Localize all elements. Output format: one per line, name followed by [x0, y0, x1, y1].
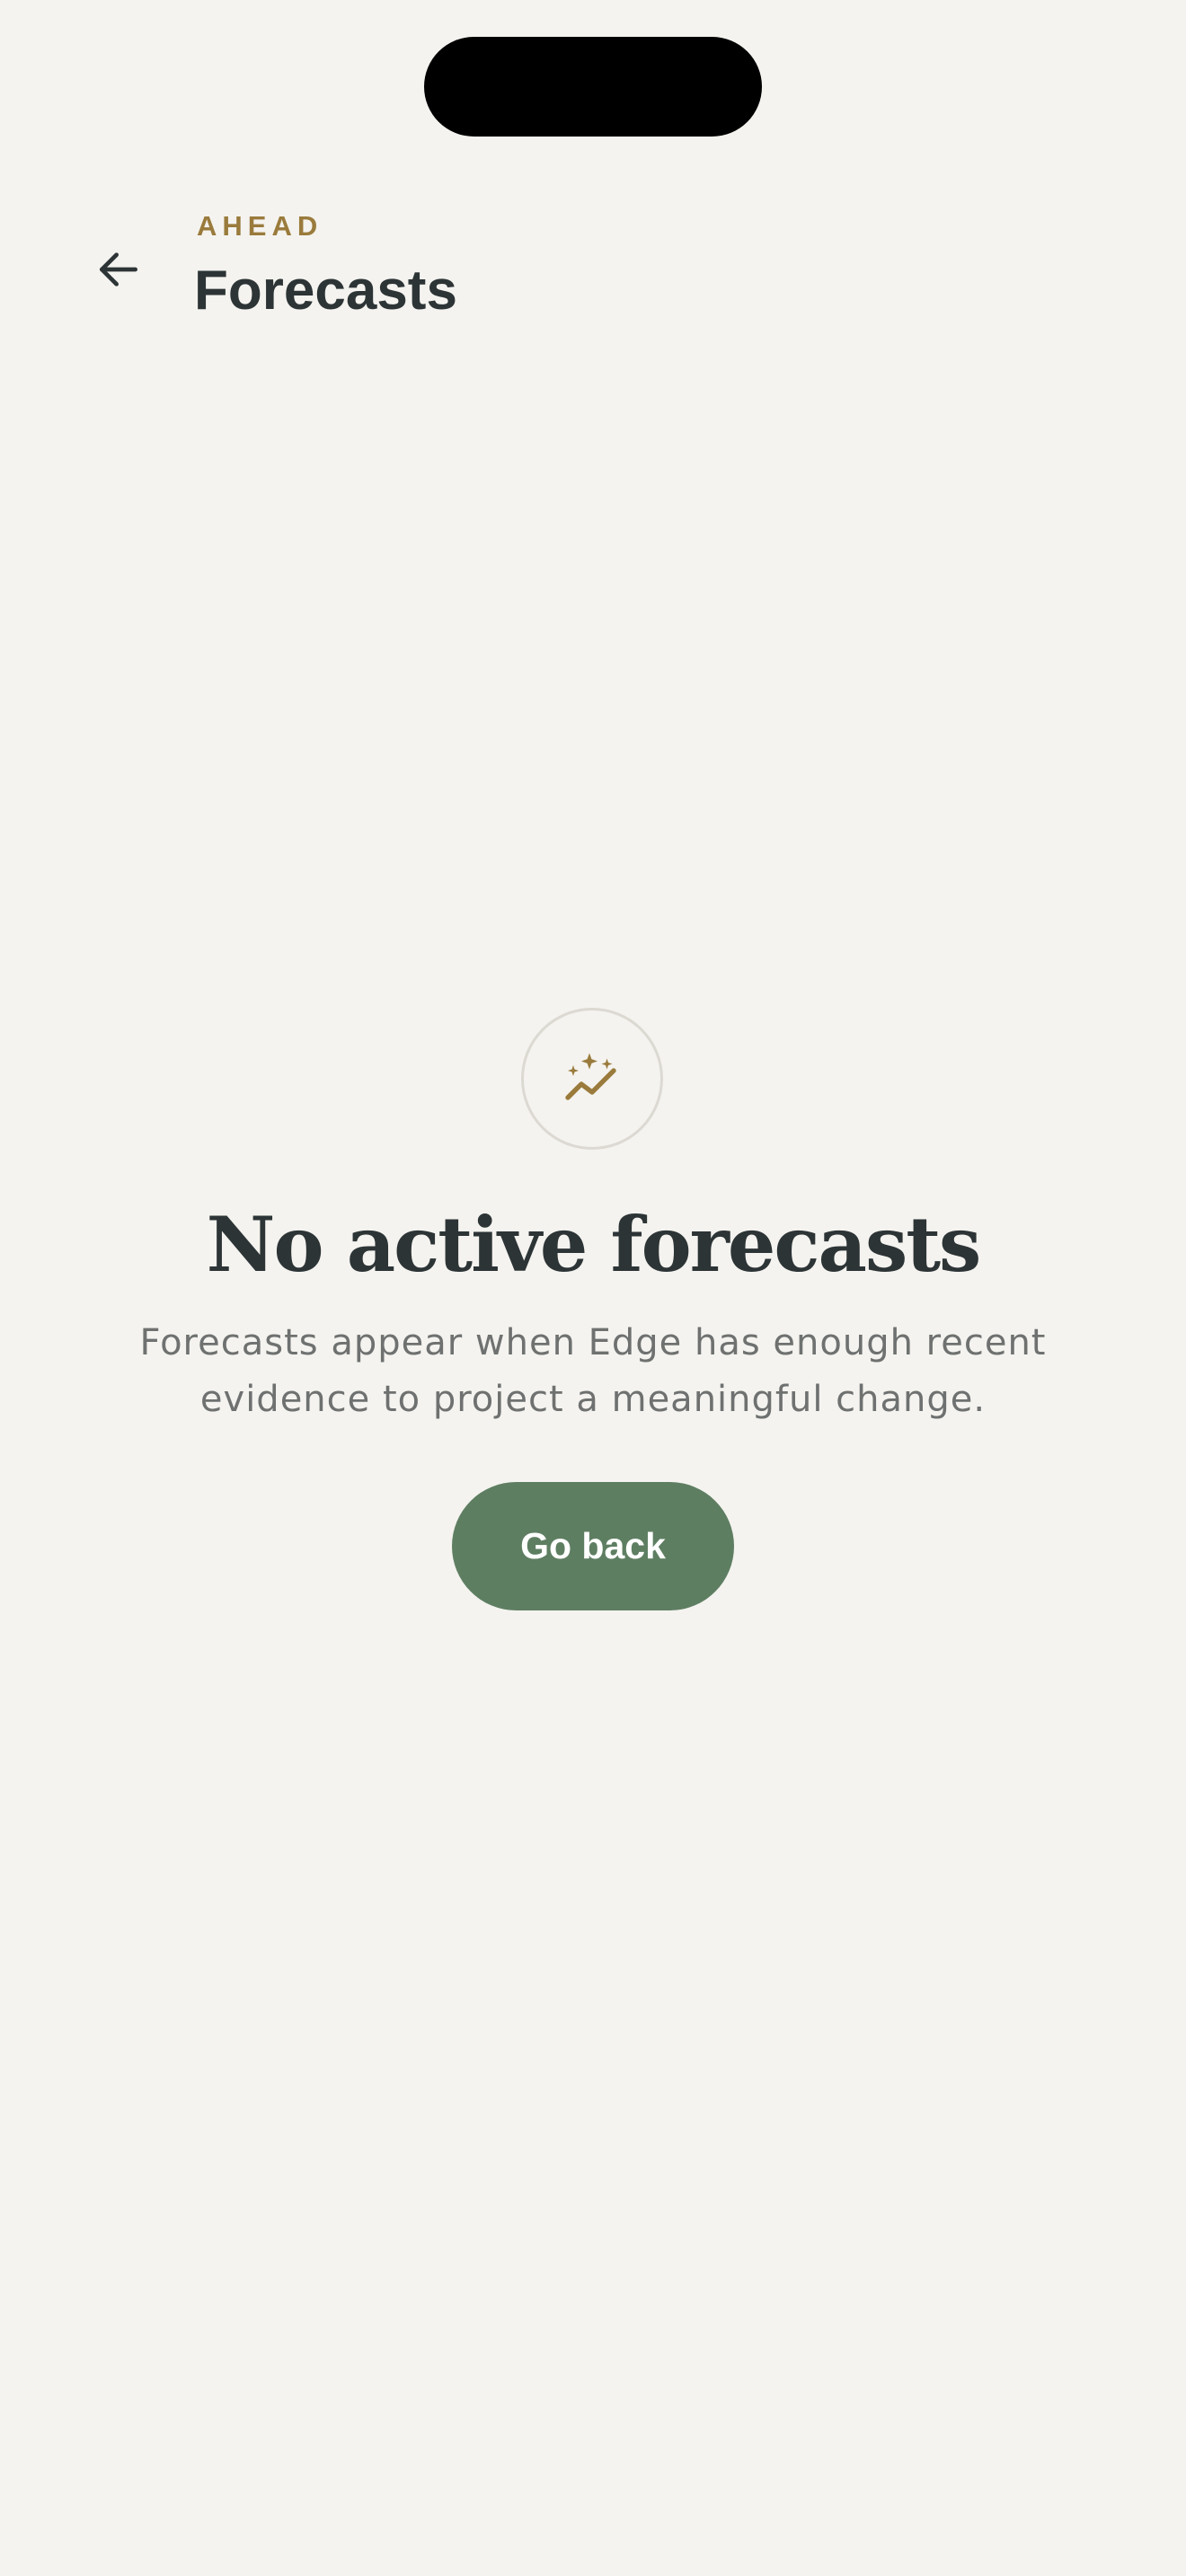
go-back-button[interactable]: Go back — [452, 1482, 734, 1610]
dynamic-island — [424, 37, 762, 137]
section-eyebrow: AHEAD — [197, 210, 323, 242]
empty-state-icon-circle — [521, 1008, 663, 1150]
arrow-left-icon — [100, 252, 138, 287]
empty-state-description: Forecasts appear when Edge has enough re… — [139, 1322, 1047, 1420]
back-button[interactable] — [83, 234, 155, 305]
page-title: Forecasts — [194, 260, 457, 322]
sparkle-trend-icon — [565, 1053, 616, 1100]
empty-state-title: No active forecasts — [206, 1200, 982, 1289]
